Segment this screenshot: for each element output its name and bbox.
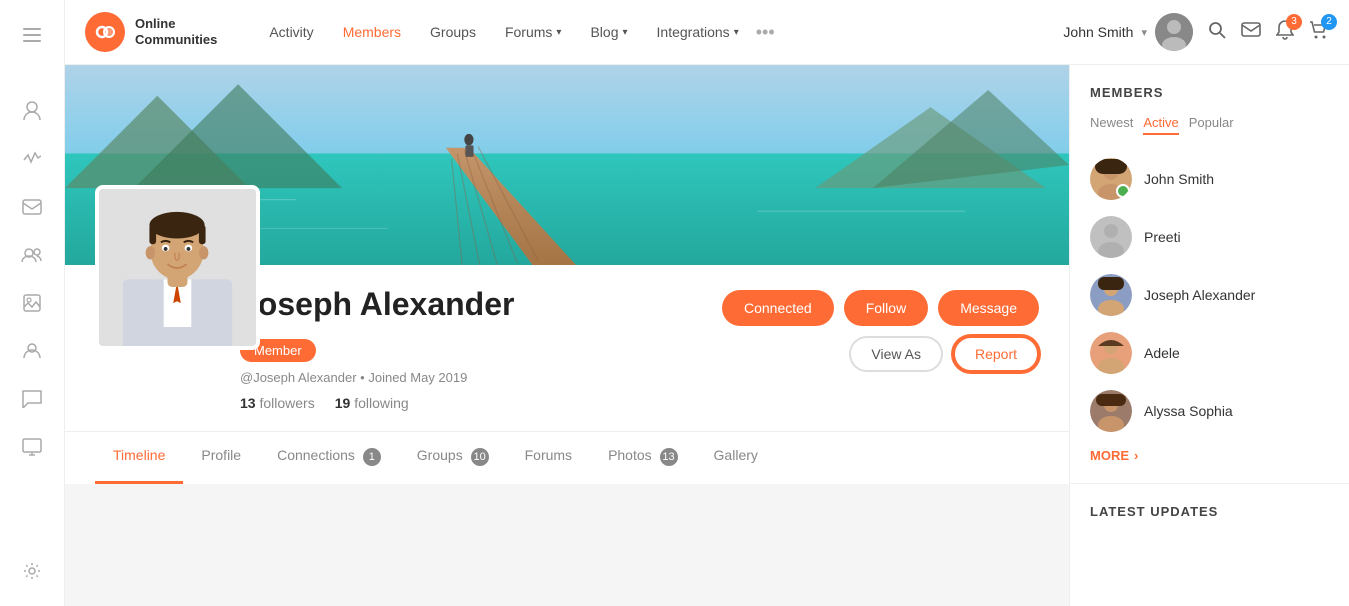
notification-badge: 3	[1286, 14, 1302, 30]
more-chevron-icon: ›	[1134, 448, 1138, 463]
activity-icon[interactable]	[12, 139, 52, 179]
desktop-icon[interactable]	[12, 427, 52, 467]
member-name-adele: Adele	[1144, 345, 1180, 361]
content-area: Joseph Alexander Member @Joseph Alexande…	[65, 65, 1349, 606]
photos-badge: 13	[660, 448, 678, 466]
navbar: Online Communities Activity Members Grou…	[65, 0, 1349, 65]
cart-badge: 2	[1321, 14, 1337, 30]
connections-badge: 1	[363, 448, 381, 466]
members-icon[interactable]	[12, 331, 52, 371]
report-button[interactable]: Report	[953, 336, 1039, 372]
chat-icon[interactable]	[12, 379, 52, 419]
followers-count: 13	[240, 395, 256, 411]
secondary-actions: View As Report	[849, 336, 1039, 372]
settings-icon[interactable]	[12, 551, 52, 591]
following-count: 19	[335, 395, 351, 411]
user-icon[interactable]	[12, 91, 52, 131]
groups-badge: 10	[471, 448, 489, 466]
nav-members[interactable]: Members	[331, 16, 413, 48]
cart-button[interactable]: 2	[1309, 20, 1329, 45]
menu-icon[interactable]	[12, 15, 52, 55]
tab-connections[interactable]: Connections 1	[259, 432, 399, 484]
brand-text: Online Communities	[135, 16, 217, 47]
member-item-alyssa[interactable]: Alyssa Sophia	[1090, 382, 1329, 440]
filter-newest[interactable]: Newest	[1090, 115, 1133, 135]
tab-photos[interactable]: Photos 13	[590, 432, 695, 484]
member-name-alyssa: Alyssa Sophia	[1144, 403, 1233, 419]
nav-blog[interactable]: Blog ▾	[578, 16, 639, 48]
more-members-link[interactable]: MORE ›	[1090, 448, 1329, 463]
nav-more-button[interactable]: •••	[756, 22, 775, 43]
right-sidebar: MEMBERS Newest Active Popular	[1069, 65, 1349, 606]
member-item-joseph[interactable]: Joseph Alexander	[1090, 266, 1329, 324]
nav-activity[interactable]: Activity	[257, 16, 325, 48]
user-avatar	[1155, 13, 1193, 51]
member-avatar-john	[1090, 158, 1132, 200]
user-chevron-icon: ▾	[1141, 26, 1147, 39]
profile-avatar	[95, 185, 260, 350]
navbar-right: John Smith ▾	[1063, 13, 1329, 51]
view-as-button[interactable]: View As	[849, 336, 943, 372]
profile-username: @Joseph Alexander • Joined May 2019	[240, 370, 514, 385]
user-menu[interactable]: John Smith ▾	[1063, 13, 1193, 51]
filter-active[interactable]: Active	[1143, 115, 1178, 135]
user-name: John Smith	[1063, 24, 1133, 40]
gallery-icon[interactable]	[12, 283, 52, 323]
tab-forums[interactable]: Forums	[507, 432, 590, 484]
member-avatar-joseph	[1090, 274, 1132, 316]
nav-integrations[interactable]: Integrations ▾	[645, 16, 751, 48]
profile-tabs: Timeline Profile Connections 1 Groups 10…	[65, 431, 1069, 484]
followers-label: followers	[259, 395, 314, 411]
tab-gallery[interactable]: Gallery	[696, 432, 776, 484]
action-buttons: Connected Follow Message View As Report	[722, 285, 1039, 372]
primary-actions: Connected Follow Message	[722, 290, 1039, 326]
member-avatar-adele	[1090, 332, 1132, 374]
latest-updates-title: LATEST UPDATES	[1070, 484, 1349, 524]
profile-top-row: Joseph Alexander Member @Joseph Alexande…	[240, 285, 1039, 411]
brand: Online Communities	[85, 12, 217, 52]
main-content: Online Communities Activity Members Grou…	[65, 0, 1349, 606]
nav-groups[interactable]: Groups	[418, 16, 488, 48]
member-name-john: John Smith	[1144, 171, 1214, 187]
filter-popular[interactable]: Popular	[1189, 115, 1234, 135]
latest-updates-section: LATEST UPDATES	[1070, 484, 1349, 524]
member-item-adele[interactable]: Adele	[1090, 324, 1329, 382]
member-name-joseph: Joseph Alexander	[1144, 287, 1255, 303]
forums-chevron-icon: ▾	[556, 27, 561, 38]
member-avatar-preeti	[1090, 216, 1132, 258]
profile-stats: 13 followers 19 following	[240, 395, 514, 411]
members-section: MEMBERS Newest Active Popular	[1070, 65, 1349, 484]
blog-chevron-icon: ▾	[622, 27, 627, 38]
message-button[interactable]: Message	[938, 290, 1039, 326]
groups-icon[interactable]	[12, 235, 52, 275]
messages-button[interactable]	[1241, 22, 1261, 43]
member-item-john[interactable]: John Smith	[1090, 150, 1329, 208]
profile-info-section: Joseph Alexander Member @Joseph Alexande…	[65, 265, 1069, 431]
notifications-button[interactable]: 3	[1276, 20, 1294, 45]
tab-groups[interactable]: Groups 10	[399, 432, 507, 484]
tab-timeline[interactable]: Timeline	[95, 432, 183, 484]
nav-forums[interactable]: Forums ▾	[493, 16, 573, 48]
member-name-preeti: Preeti	[1144, 229, 1181, 245]
search-button[interactable]	[1208, 21, 1226, 44]
left-sidebar	[0, 0, 65, 606]
member-avatar-alyssa	[1090, 390, 1132, 432]
profile-name: Joseph Alexander	[240, 285, 514, 323]
inbox-icon[interactable]	[12, 187, 52, 227]
profile-main: Joseph Alexander Member @Joseph Alexande…	[65, 65, 1069, 606]
members-title: MEMBERS	[1090, 85, 1329, 100]
member-filter-tabs: Newest Active Popular	[1090, 115, 1329, 135]
integrations-chevron-icon: ▾	[734, 27, 739, 38]
brand-logo	[85, 12, 125, 52]
nav-links: Activity Members Groups Forums ▾ Blog ▾ …	[257, 16, 1043, 48]
member-item-preeti[interactable]: Preeti	[1090, 208, 1329, 266]
profile-name-section: Joseph Alexander Member @Joseph Alexande…	[240, 285, 514, 411]
follow-button[interactable]: Follow	[844, 290, 928, 326]
tab-profile[interactable]: Profile	[183, 432, 259, 484]
following-label: following	[354, 395, 408, 411]
connected-button[interactable]: Connected	[722, 290, 834, 326]
